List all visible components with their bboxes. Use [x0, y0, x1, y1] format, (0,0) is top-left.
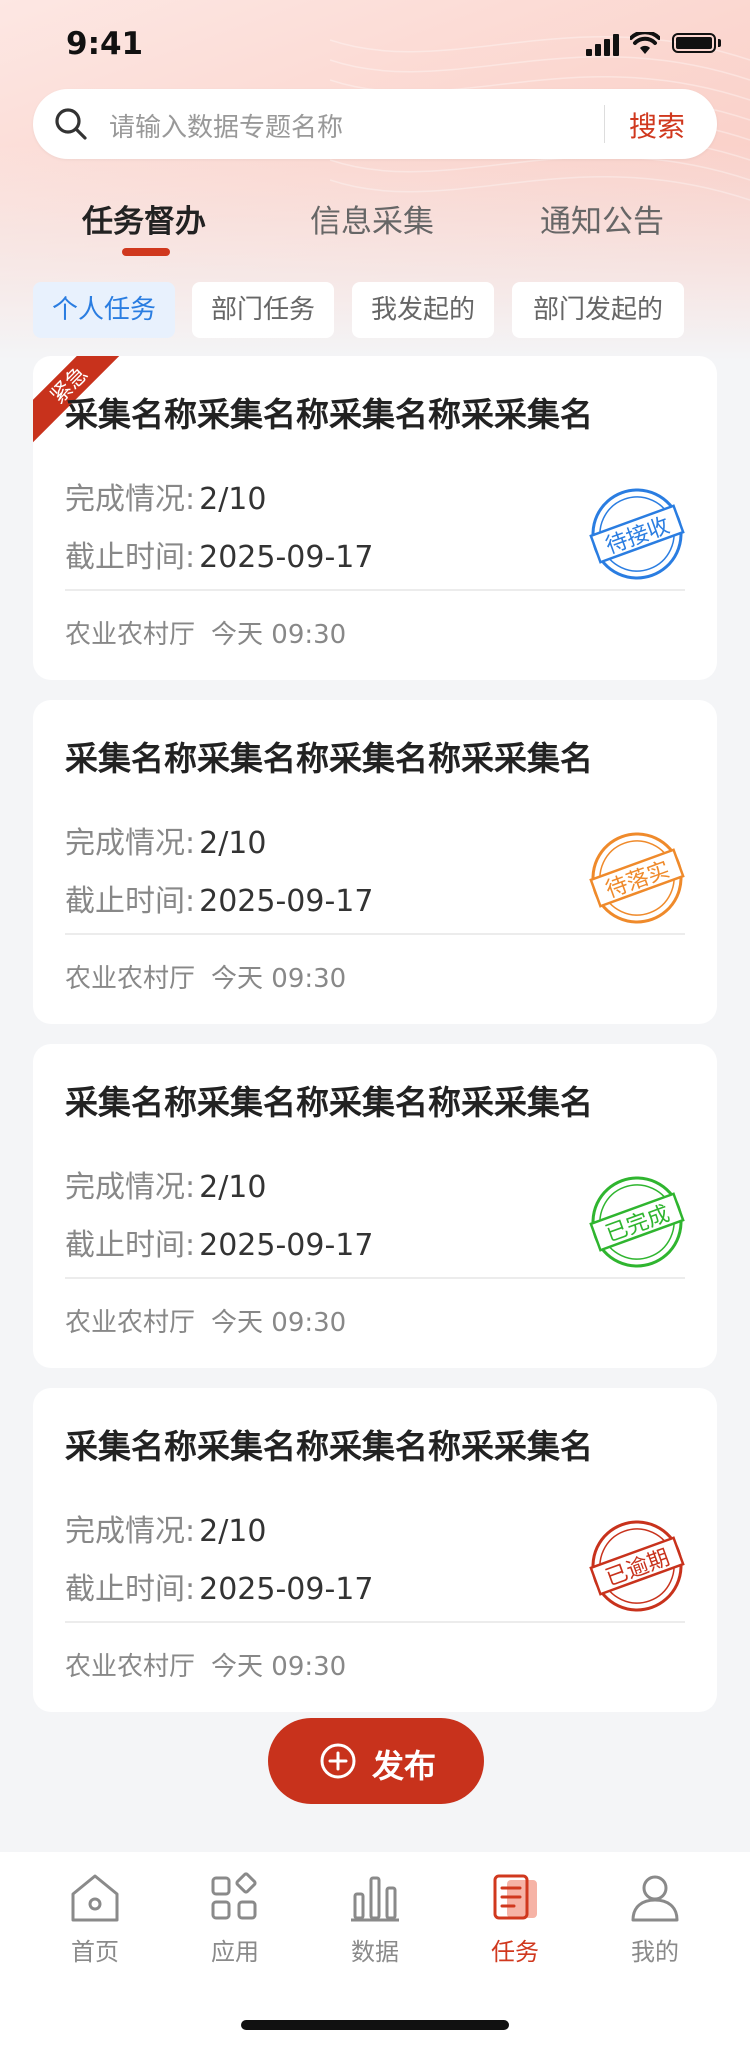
card-divider: [65, 933, 685, 935]
progress-value: 2/10: [199, 1170, 267, 1205]
timestamp: 今天 09:30: [211, 964, 347, 994]
tabbar-apps[interactable]: 应用: [160, 1852, 310, 1972]
timestamp: 今天 09:30: [211, 1308, 347, 1338]
battery-icon: [672, 33, 716, 53]
plus-circle-icon: [320, 1743, 356, 1779]
tab-info-collection[interactable]: 信息采集: [310, 196, 434, 241]
search-divider: [604, 105, 605, 143]
tabbar-label: 我的: [631, 1938, 679, 1966]
department: 农业农村厅: [65, 620, 196, 650]
progress-row: 完成情况: 2/10: [65, 818, 266, 862]
tab-notices[interactable]: 通知公告: [540, 196, 664, 241]
deadline-value: 2025-09-17: [199, 540, 374, 575]
task-title: 采集名称采集名称采集名称采采集名: [65, 1083, 593, 1122]
home-indicator: [241, 2020, 509, 2030]
deadline-row: 截止时间: 2025-09-17: [65, 1564, 373, 1608]
progress-row: 完成情况: 2/10: [65, 474, 266, 518]
bottom-tab-bar: 首页 应用 数据 任务 我的: [0, 1852, 750, 2046]
progress-label: 完成情况:: [65, 1170, 196, 1205]
apps-icon: [211, 1872, 257, 1920]
search-icon: [55, 108, 87, 140]
status-bar: 9:41: [0, 0, 750, 88]
task-card[interactable]: 采集名称采集名称采集名称采采集名 完成情况: 2/10 截止时间: 2025-09-…: [33, 1388, 717, 1712]
tabbar-label: 数据: [351, 1938, 399, 1966]
progress-label: 完成情况:: [65, 826, 196, 861]
card-divider: [65, 1277, 685, 1279]
search-bar[interactable]: 请输入数据专题名称 搜索: [33, 89, 717, 159]
task-title: 采集名称采集名称采集名称采采集名: [65, 395, 593, 434]
chip-department-initiated[interactable]: 部门发起的: [512, 282, 684, 338]
deadline-row: 截止时间: 2025-09-17: [65, 876, 373, 920]
chip-personal-tasks[interactable]: 个人任务: [33, 282, 175, 338]
deadline-label: 截止时间:: [65, 540, 196, 575]
card-footer: 农业农村厅 今天 09:30: [65, 1302, 346, 1339]
progress-value: 2/10: [199, 1514, 267, 1549]
battery-cap: [718, 39, 721, 47]
card-footer: 农业农村厅 今天 09:30: [65, 958, 346, 995]
deadline-label: 截止时间:: [65, 884, 196, 919]
deadline-row: 截止时间: 2025-09-17: [65, 1220, 373, 1264]
deadline-value: 2025-09-17: [199, 1572, 374, 1607]
task-card[interactable]: 采集名称采集名称采集名称采采集名 完成情况: 2/10 截止时间: 2025-09-…: [33, 700, 717, 1024]
home-icon: [71, 1874, 119, 1922]
tabbar-label: 首页: [71, 1938, 119, 1966]
deadline-value: 2025-09-17: [199, 1228, 374, 1263]
task-title: 采集名称采集名称采集名称采采集名: [65, 739, 593, 778]
tabbar-mine[interactable]: 我的: [580, 1852, 730, 1972]
card-divider: [65, 589, 685, 591]
status-stamp: 已完成: [589, 1176, 685, 1268]
progress-row: 完成情况: 2/10: [65, 1162, 266, 1206]
tabbar-label: 任务: [491, 1938, 539, 1966]
status-stamp: 已逾期: [589, 1520, 685, 1612]
progress-label: 完成情况:: [65, 1514, 196, 1549]
task-title: 采集名称采集名称采集名称采采集名: [65, 1427, 593, 1466]
publish-button[interactable]: 发布: [268, 1718, 484, 1804]
department: 农业农村厅: [65, 1652, 196, 1682]
department: 农业农村厅: [65, 964, 196, 994]
deadline-label: 截止时间:: [65, 1228, 196, 1263]
card-footer: 农业农村厅 今天 09:30: [65, 1646, 346, 1683]
progress-value: 2/10: [199, 826, 267, 861]
search-button[interactable]: 搜索: [629, 105, 685, 145]
task-card[interactable]: 紧急 采集名称采集名称采集名称采采集名 完成情况: 2/10 截止时间: 2025-…: [33, 356, 717, 680]
deadline-value: 2025-09-17: [199, 884, 374, 919]
wifi-icon: [630, 32, 660, 54]
tabbar-tasks[interactable]: 任务: [440, 1852, 590, 1972]
card-divider: [65, 1621, 685, 1623]
card-footer: 农业农村厅 今天 09:30: [65, 614, 346, 651]
timestamp: 今天 09:30: [211, 620, 347, 650]
cellular-signal-icon: [586, 34, 619, 56]
tabbar-home[interactable]: 首页: [20, 1852, 170, 1972]
active-tab-indicator: [122, 248, 170, 256]
publish-label: 发布: [372, 1747, 437, 1785]
data-chart-icon: [351, 1876, 399, 1922]
progress-value: 2/10: [199, 482, 267, 517]
department: 农业农村厅: [65, 1308, 196, 1338]
progress-label: 完成情况:: [65, 482, 196, 517]
status-time: 9:41: [66, 26, 144, 62]
search-input[interactable]: 请输入数据专题名称: [109, 107, 343, 144]
progress-row: 完成情况: 2/10: [65, 1506, 266, 1550]
timestamp: 今天 09:30: [211, 1652, 347, 1682]
deadline-row: 截止时间: 2025-09-17: [65, 532, 373, 576]
status-stamp: 待接收: [589, 488, 685, 580]
tab-task-supervision[interactable]: 任务督办: [82, 196, 206, 241]
chip-department-tasks[interactable]: 部门任务: [192, 282, 334, 338]
task-icon: [493, 1874, 537, 1920]
deadline-label: 截止时间:: [65, 1572, 196, 1607]
task-card[interactable]: 采集名称采集名称采集名称采采集名 完成情况: 2/10 截止时间: 2025-09-…: [33, 1044, 717, 1368]
tabbar-data[interactable]: 数据: [300, 1852, 450, 1972]
chip-initiated-by-me[interactable]: 我发起的: [352, 282, 494, 338]
user-icon: [631, 1875, 679, 1922]
tabbar-label: 应用: [211, 1938, 259, 1966]
status-stamp: 待落实: [589, 832, 685, 924]
